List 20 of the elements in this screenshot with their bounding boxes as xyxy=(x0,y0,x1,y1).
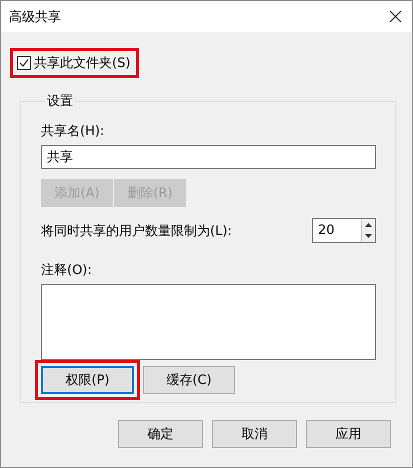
window-title: 高级共享 xyxy=(9,8,61,26)
permissions-button[interactable]: 权限(P) xyxy=(41,366,134,394)
cancel-button[interactable]: 取消 xyxy=(212,420,297,448)
caching-button[interactable]: 缓存(C) xyxy=(143,366,235,394)
user-limit-spinner[interactable]: 20 xyxy=(312,218,376,243)
close-icon[interactable] xyxy=(389,10,402,23)
spin-up-button[interactable] xyxy=(362,219,375,230)
group-legend: 设置 xyxy=(45,92,75,110)
checkbox-label: 共享此文件夹(S) xyxy=(34,55,130,72)
comment-field[interactable] xyxy=(41,284,376,360)
spin-down-button[interactable] xyxy=(362,230,375,242)
comment-label: 注释(O): xyxy=(41,262,93,279)
apply-button[interactable]: 应用 xyxy=(306,420,391,448)
up-arrow-icon xyxy=(365,222,372,227)
share-name-field[interactable]: 共享 xyxy=(41,145,376,169)
user-limit-label: 将同时共享的用户数量限制为(L): xyxy=(41,222,232,240)
share-checkbox[interactable] xyxy=(17,56,31,70)
share-name-label: 共享名(H): xyxy=(41,123,106,140)
ok-button[interactable]: 确定 xyxy=(118,420,203,448)
down-arrow-icon xyxy=(365,234,372,238)
